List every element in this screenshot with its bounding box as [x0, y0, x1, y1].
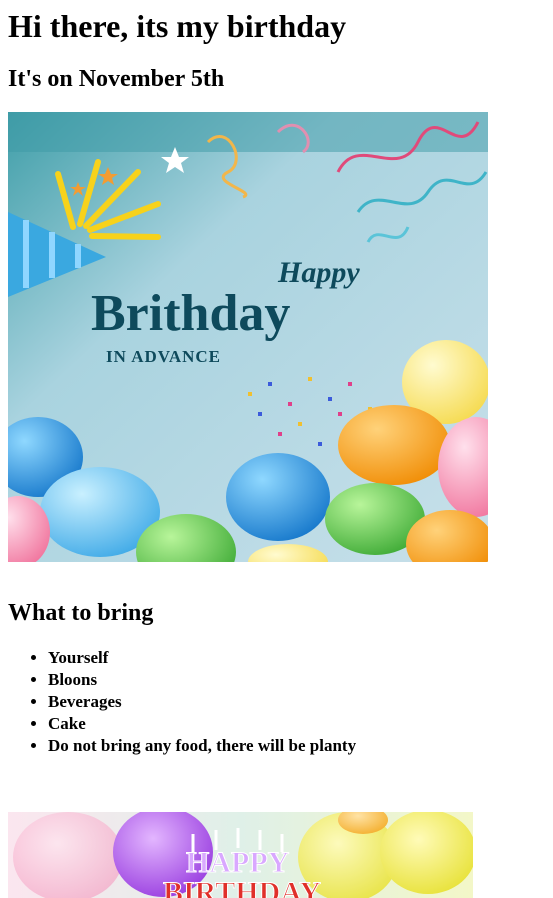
card-in-advance-text: IN ADVANCE	[106, 347, 221, 366]
list-item: Do not bring any food, there will be pla…	[48, 735, 356, 757]
birthday-balloons-illustration: HAPPY BIRTHDAY	[8, 812, 473, 898]
list-item: Cake	[48, 713, 356, 735]
page-title: Hi there, its my birthday	[8, 8, 347, 44]
card-birthday-text: Brithday	[91, 285, 290, 342]
card2-birthday-text: BIRTHDAY	[163, 876, 321, 898]
list-item: Yourself	[48, 647, 356, 669]
what-to-bring-heading: What to bring	[8, 600, 154, 626]
birthday-card-image: Happy Brithday IN ADVANCE	[8, 112, 488, 562]
card2-happy-text: HAPPY	[186, 846, 290, 879]
birthday-cake-image: HAPPY BIRTHDAY	[8, 812, 473, 898]
list-item: Beverages	[48, 691, 356, 713]
birthday-card-illustration: Happy Brithday IN ADVANCE	[8, 112, 488, 562]
list-item: Bloons	[48, 669, 356, 691]
birthday-date-heading: It's on November 5th	[8, 66, 225, 92]
what-to-bring-list: Yourself Bloons Beverages Cake Do not br…	[8, 647, 356, 757]
